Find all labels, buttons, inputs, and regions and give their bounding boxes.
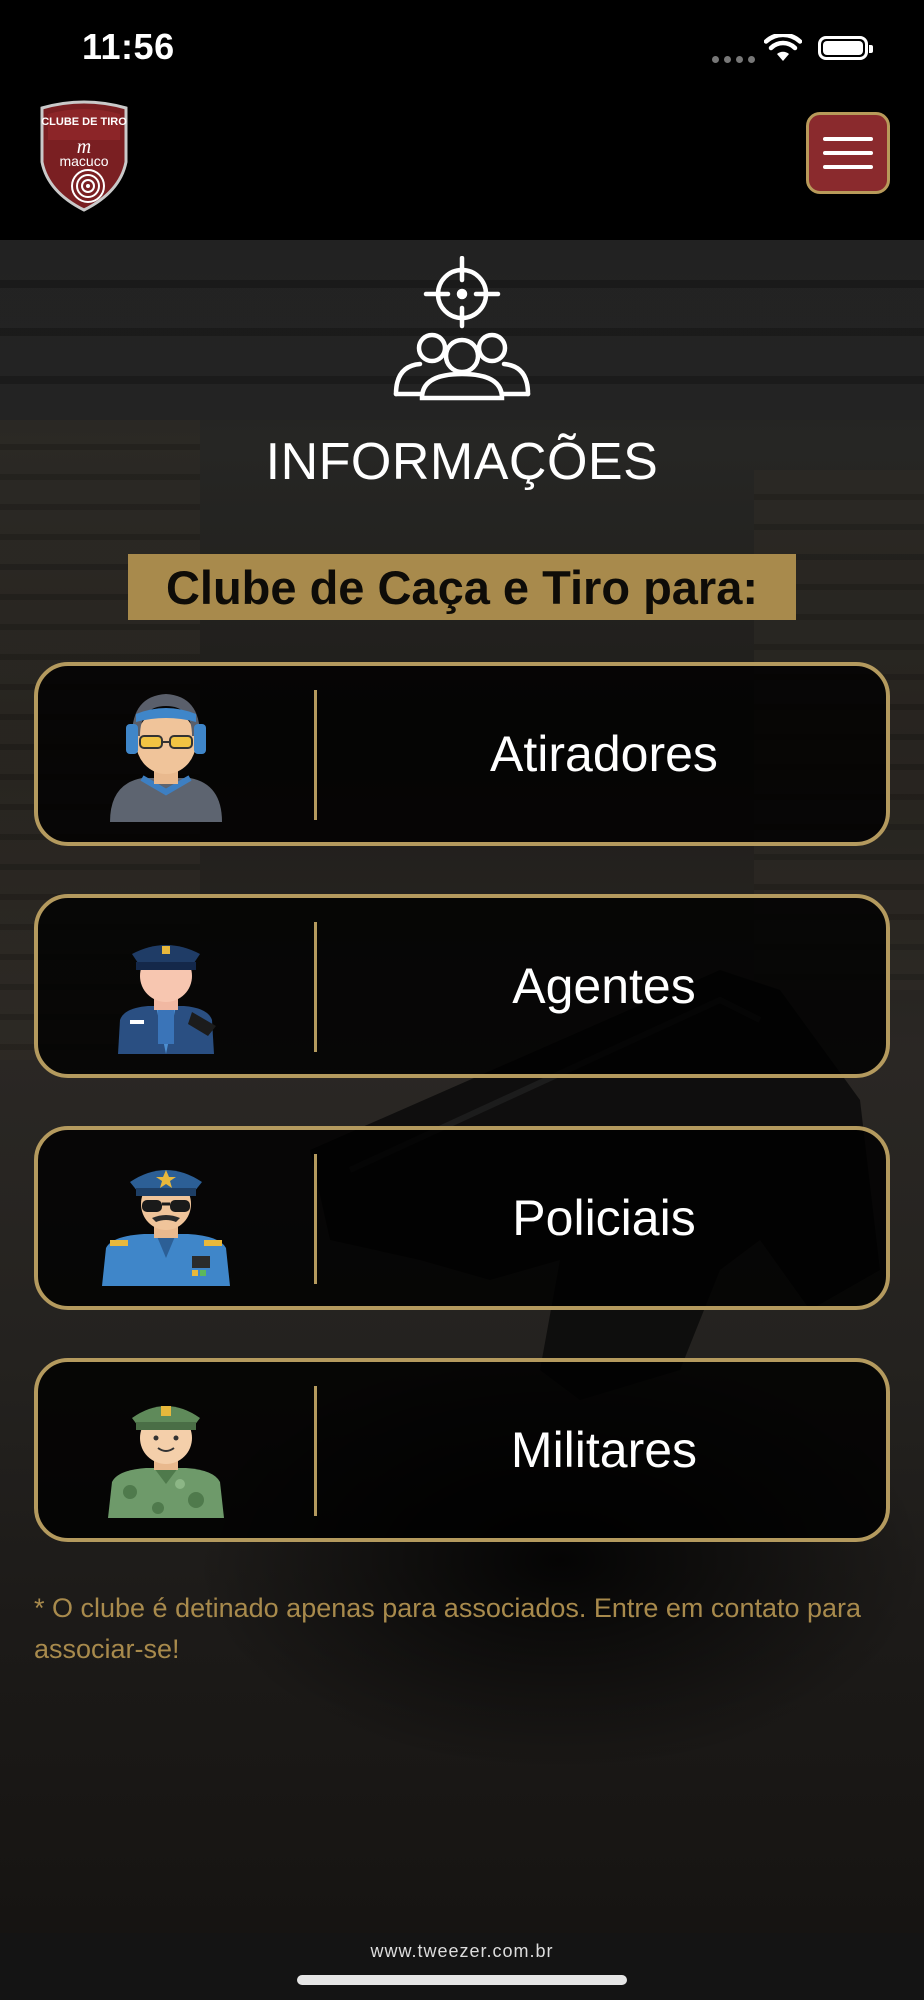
cellular-signal-icon: [712, 56, 755, 63]
wifi-icon: [764, 34, 802, 61]
category-label: Policiais: [512, 1190, 696, 1246]
card-divider: [314, 690, 317, 820]
category-label: Agentes: [512, 958, 696, 1014]
status-time: 11:56: [82, 26, 175, 67]
battery-icon: [818, 36, 873, 60]
agent-avatar-icon: [118, 945, 216, 1054]
footer: www.tweezer.com.br: [0, 1933, 924, 2000]
membership-note: * O clube é detinado apenas para associa…: [34, 1593, 862, 1664]
category-card-agentes[interactable]: Agentes: [34, 894, 890, 1078]
card-divider: [314, 1154, 317, 1284]
category-label: Atiradores: [490, 726, 718, 782]
subtitle-banner: Clube de Caça e Tiro para:: [128, 554, 796, 620]
shooter-avatar-icon: [110, 694, 222, 822]
military-avatar-icon: [108, 1406, 224, 1518]
police-avatar-icon: [102, 1170, 230, 1286]
background-image: [0, 240, 924, 1933]
home-indicator[interactable]: [297, 1975, 627, 1985]
category-card-militares[interactable]: Militares: [34, 1358, 890, 1542]
category-label: Militares: [510, 1422, 698, 1478]
menu-button[interactable]: [806, 112, 890, 194]
app-header: CLUBE DE TIRO m macuco: [0, 100, 924, 240]
logo-text-top: CLUBE DE TIRO: [41, 116, 127, 128]
card-divider: [314, 1386, 317, 1516]
card-divider: [314, 922, 317, 1052]
status-bar: 11:56: [0, 0, 924, 100]
footer-url[interactable]: www.tweezer.com.br: [0, 1941, 924, 1962]
page-title: INFORMAÇÕES: [265, 433, 659, 491]
club-logo[interactable]: CLUBE DE TIRO m macuco: [36, 100, 132, 212]
category-card-policiais[interactable]: Policiais: [34, 1126, 890, 1310]
hamburger-menu-icon: [823, 137, 873, 141]
logo-text-bottom: macuco: [59, 153, 108, 169]
target-group-icon: [393, 256, 531, 401]
category-card-atiradores[interactable]: Atiradores: [34, 662, 890, 846]
